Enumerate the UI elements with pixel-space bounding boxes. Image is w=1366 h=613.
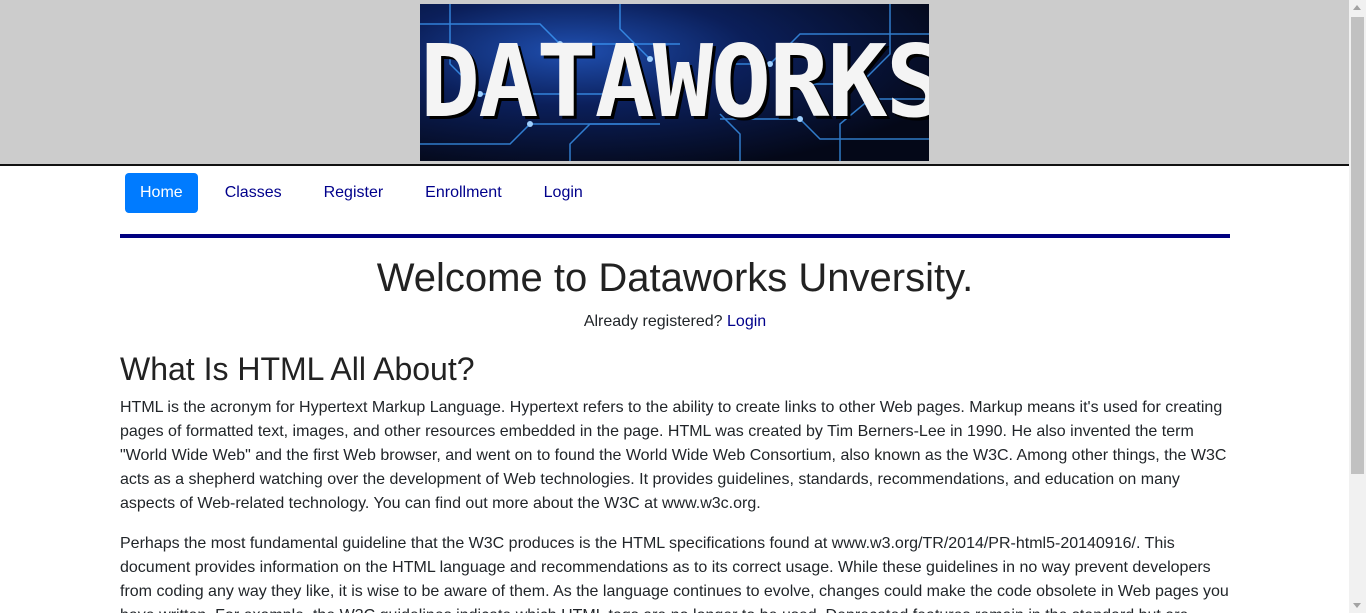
- already-registered-line: Already registered? Login: [120, 312, 1230, 332]
- nav-home[interactable]: Home: [125, 173, 198, 213]
- nav-enrollment[interactable]: Enrollment: [410, 173, 516, 213]
- scroll-up-arrow-icon[interactable]: [1353, 5, 1361, 10]
- scroll-thumb[interactable]: [1351, 17, 1364, 474]
- vertical-scrollbar[interactable]: [1349, 0, 1366, 613]
- paragraph-2: Perhaps the most fundamental guideline t…: [120, 535, 1229, 613]
- banner-title: Dataworks: [420, 23, 929, 140]
- login-link[interactable]: Login: [727, 313, 766, 330]
- already-registered-text: Already registered?: [583, 313, 723, 330]
- nav-register[interactable]: Register: [309, 173, 399, 213]
- nav-classes[interactable]: Classes: [210, 173, 297, 213]
- section-heading: What Is HTML All About?: [120, 351, 475, 387]
- nav-login[interactable]: Login: [529, 173, 598, 213]
- page-title: Welcome to Dataworks Unversity.: [376, 256, 974, 300]
- main-nav: Home Classes Register Enrollment Login: [125, 173, 610, 213]
- site-header: Dataworks: [0, 0, 1349, 166]
- dataworks-banner-logo: Dataworks: [420, 4, 929, 161]
- paragraph-1: HTML is the acronym for Hypertext Markup…: [120, 399, 1227, 512]
- scroll-down-arrow-icon[interactable]: [1353, 603, 1361, 608]
- nav-divider: [120, 234, 1230, 238]
